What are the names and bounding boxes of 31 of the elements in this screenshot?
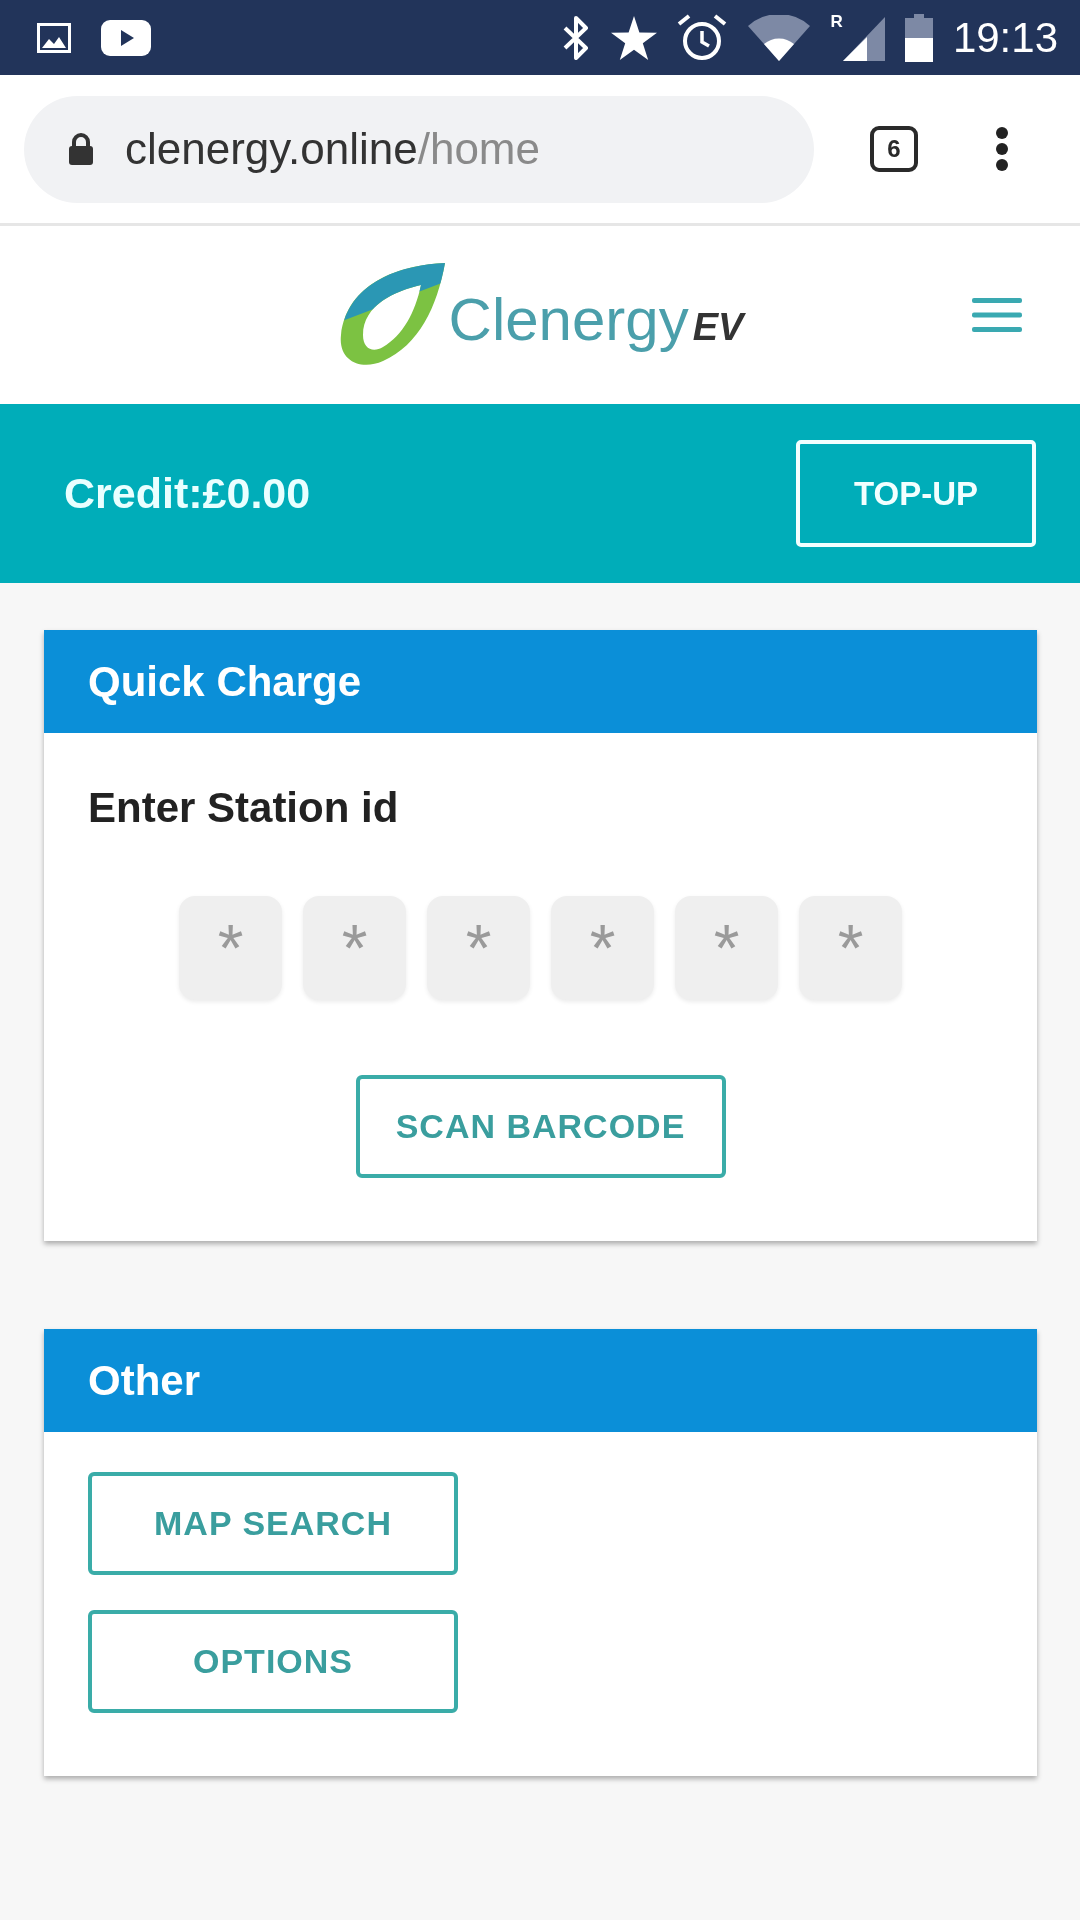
digit-field[interactable]: * bbox=[675, 896, 778, 1000]
more-menu-icon[interactable] bbox=[995, 126, 1009, 172]
video-play-icon bbox=[101, 19, 151, 56]
digit-field[interactable]: * bbox=[303, 896, 406, 1000]
link-button[interactable]: OPTIONS bbox=[88, 1610, 458, 1713]
digit-field[interactable]: * bbox=[427, 896, 530, 1000]
scan-barcode-button[interactable]: SCAN BARCODE bbox=[355, 1075, 726, 1178]
tab-count-button[interactable]: 6 bbox=[870, 126, 918, 172]
brand-suffix: EV bbox=[692, 308, 744, 346]
menu-icon[interactable] bbox=[972, 298, 1022, 332]
lock-icon bbox=[67, 133, 95, 165]
clock-time: 19:13 bbox=[952, 13, 1058, 62]
card-header: Quick Charge bbox=[44, 630, 1037, 733]
card-header: Other bbox=[44, 1329, 1037, 1432]
battery-icon bbox=[904, 13, 933, 62]
field-label: Enter Station id bbox=[88, 785, 399, 831]
digit-field[interactable]: * bbox=[551, 896, 654, 1000]
roaming-label: R bbox=[830, 12, 843, 31]
image-icon bbox=[37, 22, 71, 53]
top-up-button[interactable]: TOP-UP bbox=[796, 440, 1036, 547]
wifi-icon bbox=[746, 14, 811, 61]
signal-icon bbox=[842, 16, 885, 61]
address-bar[interactable]: clenergy.online/home bbox=[24, 95, 814, 203]
url-text: clenergy.online/home bbox=[125, 124, 540, 174]
alarm-clock-icon bbox=[676, 13, 727, 62]
brand-name: Clenergy bbox=[448, 290, 689, 350]
digit-field[interactable]: * bbox=[179, 896, 282, 1000]
digit-field[interactable]: * bbox=[799, 896, 902, 1000]
credit-balance: Credit:£0.00 bbox=[64, 469, 311, 518]
link-button[interactable]: MAP SEARCH bbox=[88, 1472, 458, 1575]
star-icon bbox=[610, 15, 657, 60]
